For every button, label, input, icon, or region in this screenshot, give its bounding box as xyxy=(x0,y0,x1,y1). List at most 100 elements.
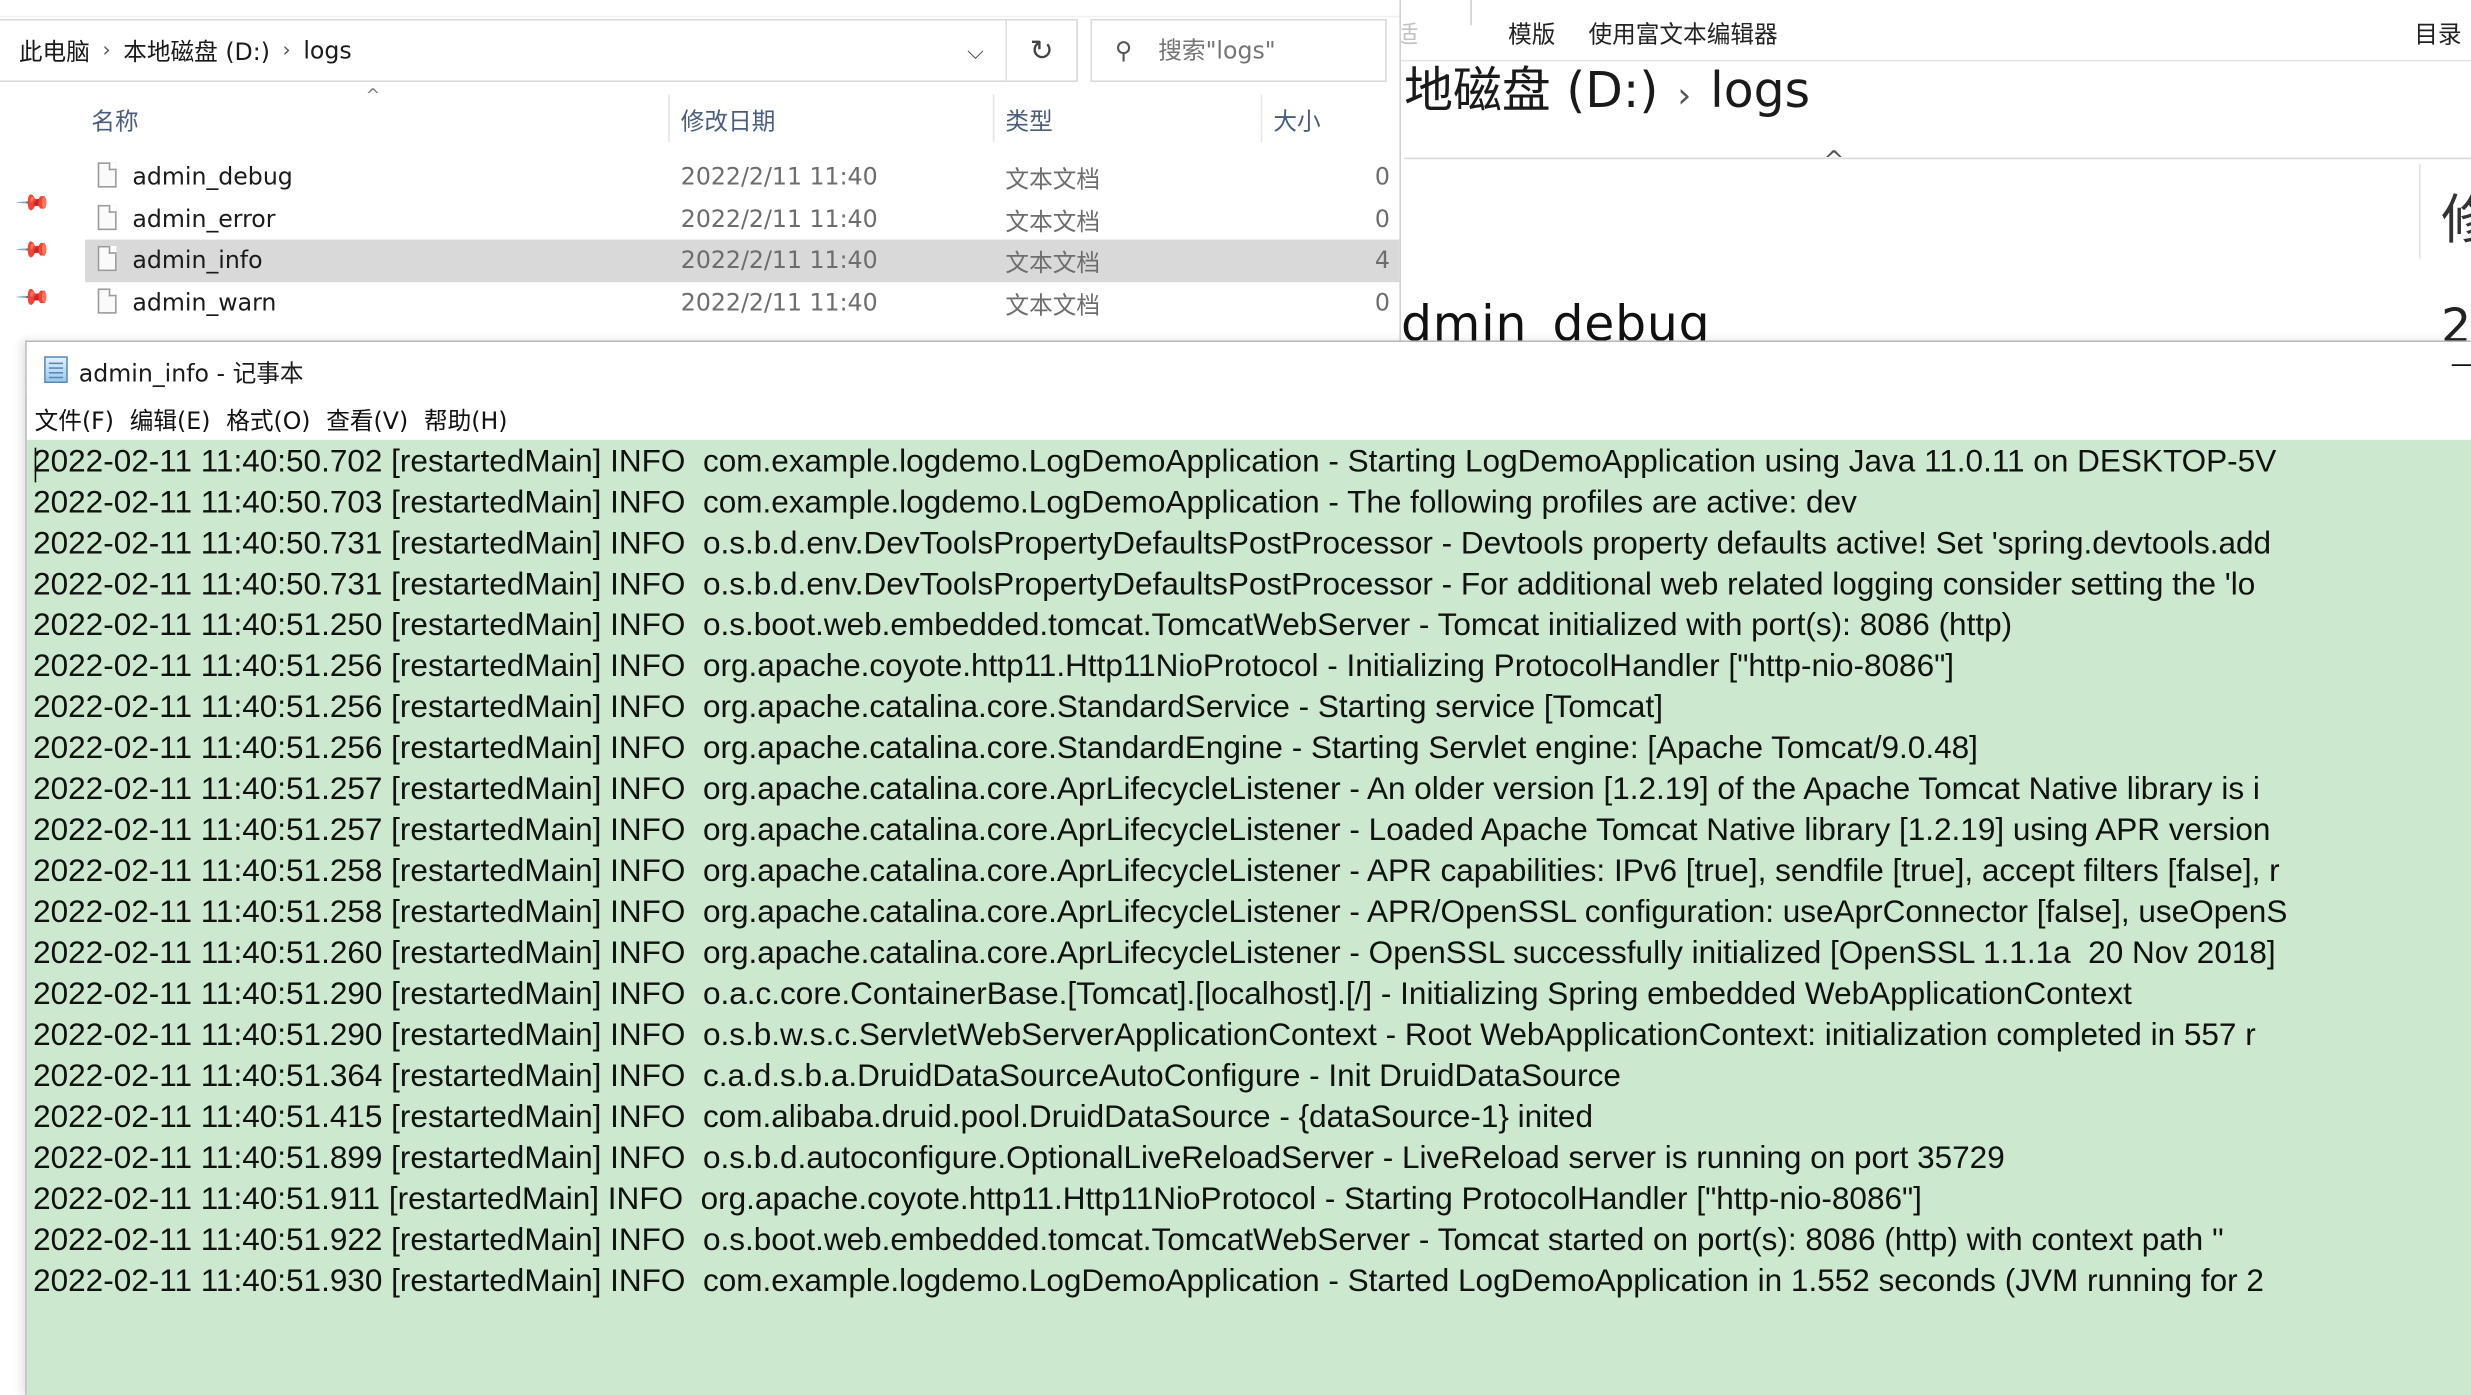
file-size: 0 xyxy=(1374,162,1390,191)
menu-view[interactable]: 查看(V) xyxy=(318,403,414,436)
notepad-window: admin_info - 记事本 — 文件(F) 编辑(E) 格式(O) 查看(… xyxy=(25,340,2471,1395)
text-file-icon xyxy=(97,162,117,188)
editor-breadcrumb: 地磁盘 (D:) › logs xyxy=(1404,50,1810,121)
template-button[interactable]: 模版 xyxy=(1508,17,1555,50)
pin-icon[interactable]: 📌 xyxy=(4,222,62,280)
file-row[interactable]: admin_debug 2022/2/11 11:40 文本文档 0 xyxy=(85,156,1399,199)
file-row-selected[interactable]: admin_info 2022/2/11 11:40 文本文档 4 xyxy=(85,239,1400,283)
search-icon: ⚲ xyxy=(1114,36,1133,65)
date-partial: 2 xyxy=(2441,299,2471,341)
log-line[interactable]: 2022-02-11 11:40:51.256 [restartedMain] … xyxy=(33,728,2471,769)
file-name-partial: dmin_debug xyxy=(1400,296,1711,341)
file-date: 2022/2/11 11:40 xyxy=(680,245,878,275)
text-file-icon xyxy=(97,245,117,272)
log-line[interactable]: 2022-02-11 11:40:51.415 [restartedMain] … xyxy=(33,1097,2471,1138)
log-line[interactable]: 2022-02-11 11:40:50.731 [restartedMain] … xyxy=(33,523,2471,564)
log-line[interactable]: 2022-02-11 11:40:51.260 [restartedMain] … xyxy=(33,933,2471,974)
rich-text-editor-button[interactable]: 使用富文本编辑器 xyxy=(1589,17,1778,50)
window-title: admin_info - 记事本 xyxy=(78,359,304,388)
log-line[interactable]: 2022-02-11 11:40:51.256 [restartedMain] … xyxy=(33,687,2471,728)
log-line[interactable]: 2022-02-11 11:40:51.256 [restartedMain] … xyxy=(33,646,2471,687)
quick-access-pins: 📌 📌 📌 xyxy=(14,180,51,322)
column-type-header[interactable]: 类型 xyxy=(1005,104,1052,137)
search-box[interactable]: ⚲ xyxy=(1090,18,1387,82)
breadcrumb-drive-d[interactable]: 本地磁盘 (D:) xyxy=(117,34,276,67)
column-headers: ^ 名称 修改日期 类型 大小 xyxy=(85,85,1399,142)
file-type: 文本文档 xyxy=(1005,165,1101,194)
log-line[interactable]: 2022-02-11 11:40:51.290 [restartedMain] … xyxy=(33,1015,2471,1056)
log-line[interactable]: 2022-02-11 11:40:50.703 [restartedMain] … xyxy=(33,482,2471,523)
pin-icon[interactable]: 📌 xyxy=(4,269,62,327)
log-line[interactable]: 2022-02-11 11:40:51.258 [restartedMain] … xyxy=(33,892,2471,933)
toc-button[interactable]: 目录 xyxy=(2414,17,2461,50)
log-line[interactable]: 2022-02-11 11:40:51.899 [restartedMain] … xyxy=(33,1138,2471,1179)
ribbon-item-disabled: 适 xyxy=(1401,17,1418,50)
file-row[interactable]: admin_warn 2022/2/11 11:40 文本文档 0 xyxy=(85,282,1399,325)
address-bar[interactable]: 此电脑 › 本地磁盘 (D:) › logs ⌵ ↻ xyxy=(0,18,1078,82)
file-date: 2022/2/11 11:40 xyxy=(680,162,878,191)
column-divider[interactable] xyxy=(1260,94,1263,142)
ribbon-separator xyxy=(1470,0,1472,26)
chevron-right-icon: › xyxy=(1677,77,1692,117)
column-size-header[interactable]: 大小 xyxy=(1273,104,1320,137)
file-type: 文本文档 xyxy=(1005,249,1101,278)
text-file-icon xyxy=(97,204,117,231)
pin-icon[interactable]: 📌 xyxy=(4,174,62,232)
breadcrumb-this-pc[interactable]: 此电脑 xyxy=(0,34,96,67)
file-name: admin_info xyxy=(132,245,263,275)
text-file-icon xyxy=(97,288,117,314)
file-date: 2022/2/11 11:40 xyxy=(680,204,878,234)
file-explorer-window: 此电脑 › 本地磁盘 (D:) › logs ⌵ ↻ ⚲ ^ 名称 修改日期 类… xyxy=(0,0,1400,341)
breadcrumb-separator-icon[interactable]: › xyxy=(276,39,297,63)
log-line[interactable]: 2022-02-11 11:40:51.922 [restartedMain] … xyxy=(33,1220,2471,1261)
menu-edit[interactable]: 编辑(E) xyxy=(122,403,217,436)
log-line[interactable]: 2022-02-11 11:40:50.731 [restartedMain] … xyxy=(33,564,2471,605)
menu-help[interactable]: 帮助(H) xyxy=(416,403,514,436)
crumb-folder: logs xyxy=(1710,63,1811,120)
log-line[interactable]: 2022-02-11 11:40:50.702 [restartedMain] … xyxy=(33,441,2471,482)
file-size: 0 xyxy=(1374,288,1390,317)
sort-ascending-icon: ^ xyxy=(1823,145,1845,175)
sort-ascending-icon: ^ xyxy=(365,85,381,106)
column-name-header[interactable]: 名称 xyxy=(91,104,138,137)
notepad-title-bar[interactable]: admin_info - 记事本 — xyxy=(26,342,2471,396)
column-divider[interactable] xyxy=(668,94,670,142)
menu-format[interactable]: 格式(O) xyxy=(218,403,317,436)
file-name: admin_debug xyxy=(132,162,293,191)
log-line[interactable]: 2022-02-11 11:40:51.930 [restartedMain] … xyxy=(33,1261,2471,1302)
notepad-icon xyxy=(44,356,68,384)
column-divider xyxy=(2419,163,2421,259)
file-size: 4 xyxy=(1374,245,1390,275)
menu-file[interactable]: 文件(F) xyxy=(27,403,121,436)
menu-bar: 文件(F) 编辑(E) 格式(O) 查看(V) 帮助(H) xyxy=(27,399,2471,440)
refresh-icon[interactable]: ↻ xyxy=(1005,20,1076,81)
log-line[interactable]: 2022-02-11 11:40:51.257 [restartedMain] … xyxy=(33,769,2471,810)
chevron-down-icon[interactable]: ⌵ xyxy=(957,33,995,71)
log-line[interactable]: 2022-02-11 11:40:51.364 [restartedMain] … xyxy=(33,1056,2471,1097)
file-name: admin_warn xyxy=(132,288,277,317)
file-type: 文本文档 xyxy=(1005,208,1101,237)
log-line[interactable]: 2022-02-11 11:40:51.250 [restartedMain] … xyxy=(33,605,2471,646)
file-date: 2022/2/11 11:40 xyxy=(680,288,878,317)
breadcrumb-separator-icon[interactable]: › xyxy=(96,39,117,63)
crumb-drive: 地磁盘 (D:) xyxy=(1404,63,1659,120)
ribbon-edge xyxy=(0,0,1400,18)
file-row[interactable]: admin_error 2022/2/11 11:40 文本文档 0 xyxy=(85,199,1399,242)
file-name: admin_error xyxy=(132,204,276,234)
breadcrumb-logs[interactable]: logs xyxy=(297,36,358,64)
screen: 此电脑 › 本地磁盘 (D:) › logs ⌵ ↻ ⚲ ^ 名称 修改日期 类… xyxy=(0,0,2471,1395)
text-editor-area[interactable]: 2022-02-11 11:40:50.702 [restartedMain] … xyxy=(26,439,2471,1395)
column-date-header[interactable]: 修改日期 xyxy=(681,104,776,137)
log-content[interactable]: 2022-02-11 11:40:50.702 [restartedMain] … xyxy=(33,441,2471,1302)
log-line[interactable]: 2022-02-11 11:40:51.258 [restartedMain] … xyxy=(33,851,2471,892)
log-line[interactable]: 2022-02-11 11:40:51.257 [restartedMain] … xyxy=(33,810,2471,851)
column-header-partial: 修 xyxy=(2441,177,2471,254)
column-divider[interactable] xyxy=(992,94,995,142)
minimize-icon[interactable]: — xyxy=(2451,348,2471,378)
divider xyxy=(1404,157,2471,160)
file-type: 文本文档 xyxy=(1005,291,1101,320)
log-line[interactable]: 2022-02-11 11:40:51.911 [restartedMain] … xyxy=(33,1179,2471,1220)
log-line[interactable]: 2022-02-11 11:40:51.290 [restartedMain] … xyxy=(33,974,2471,1015)
search-input[interactable] xyxy=(1155,34,1367,67)
file-size: 0 xyxy=(1374,204,1390,234)
